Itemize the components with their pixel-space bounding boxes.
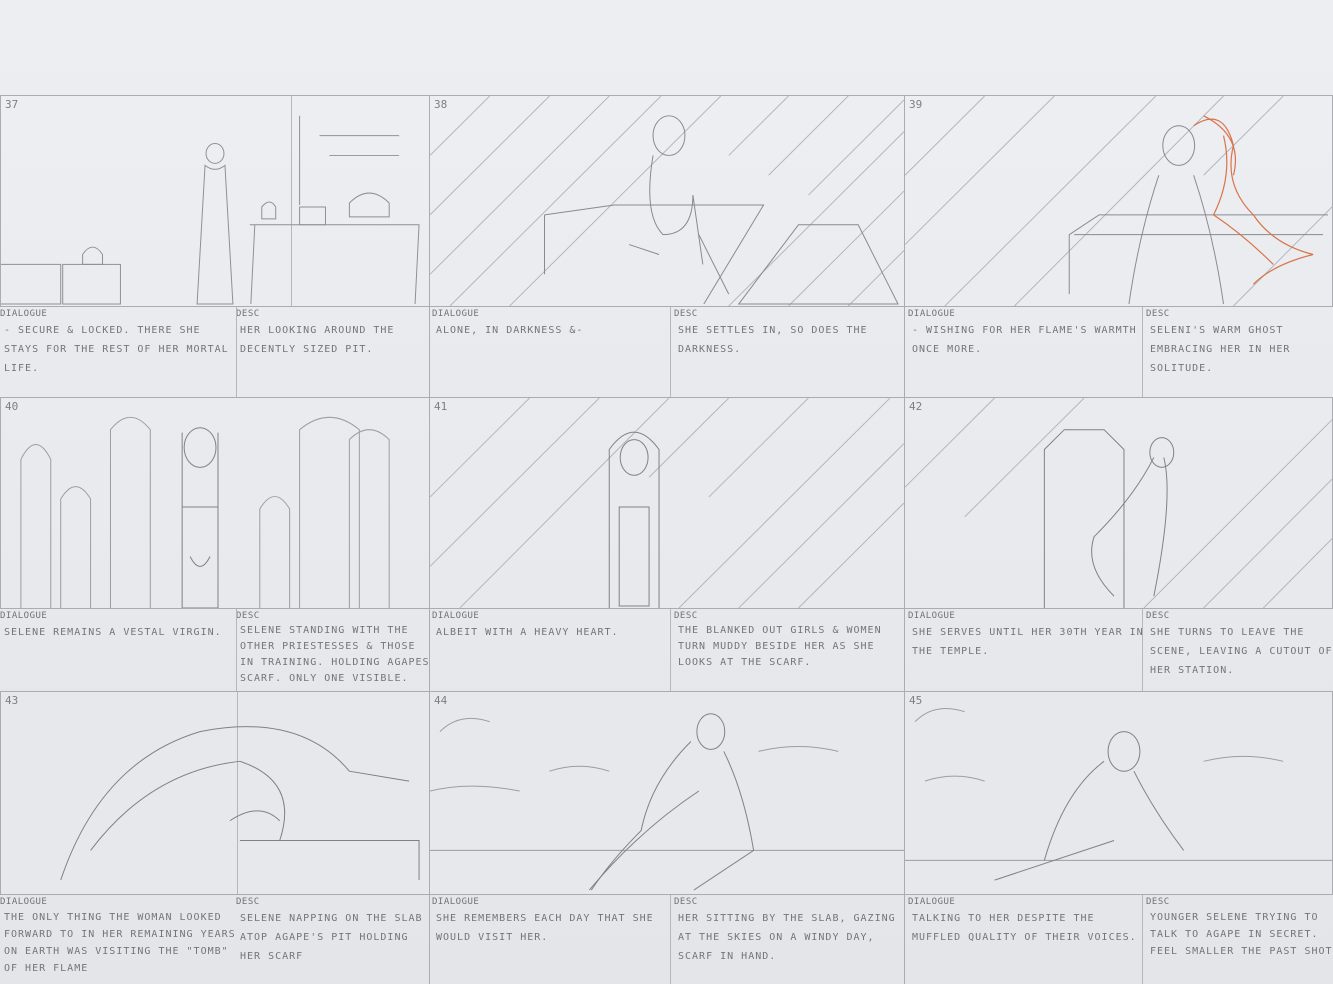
dialogue-label: DIALOGUE xyxy=(908,611,956,621)
dialogue-text: SHE SERVES UNTIL HER 30TH YEAR IN THE TE… xyxy=(912,627,1144,657)
desc-label: DESC xyxy=(1146,611,1170,621)
panel-37-sketch xyxy=(1,115,420,305)
desc-label: DESC xyxy=(674,309,698,319)
panel-38-frame: 38 xyxy=(429,95,905,307)
desc-text: HER LOOKING AROUND THE DECENTLY SIZED PI… xyxy=(240,325,395,355)
panel-41-frame: 41 xyxy=(429,397,905,609)
panel-37-dialogue: DIALOGUE - SECURE & LOCKED. THERE SHE ST… xyxy=(0,309,236,393)
panel-42-dialogue: DIALOGUE SHE SERVES UNTIL HER 30TH YEAR … xyxy=(908,611,1144,695)
panel-39-dialogue: DIALOGUE - WISHING FOR HER FLAME'S WARMT… xyxy=(908,309,1144,393)
panel-41-dialogue: DIALOGUE ALBEIT WITH A HEAVY HEART. xyxy=(432,611,670,695)
desc-text: SELENE STANDING WITH THE OTHER PRIESTESS… xyxy=(240,625,430,684)
dialogue-label: DIALOGUE xyxy=(0,309,48,319)
panel-44-desc: DESC HER SITTING BY THE SLAB, GAZING AT … xyxy=(674,897,902,984)
panel-43-sketch xyxy=(60,726,420,881)
desc-label: DESC xyxy=(674,897,698,907)
desc-text: SHE SETTLES IN, SO DOES THE DARKNESS. xyxy=(678,325,868,355)
desc-label: DESC xyxy=(236,611,260,621)
panel-44-sketch xyxy=(430,713,904,891)
dialogue-label: DIALOGUE xyxy=(432,611,480,621)
panel-44-frame: 44 xyxy=(429,691,905,895)
dialogue-label: DIALOGUE xyxy=(908,309,956,319)
dialogue-label: DIALOGUE xyxy=(432,309,480,319)
desc-divider xyxy=(670,307,671,397)
dialogue-text: SELENE REMAINS A VESTAL VIRGIN. xyxy=(4,627,222,638)
dialogue-text: TALKING TO HER DESPITE THE MUFFLED QUALI… xyxy=(912,913,1137,943)
dialogue-label: DIALOGUE xyxy=(432,897,480,907)
panel-40-frame: 40 xyxy=(0,397,430,609)
desc-text: HER SITTING BY THE SLAB, GAZING AT THE S… xyxy=(678,913,896,962)
panel-45-desc: DESC YOUNGER SELENE TRYING TO TALK TO AG… xyxy=(1146,897,1333,984)
panel-39-desc: DESC SELENI'S WARM GHOST EMBRACING HER I… xyxy=(1146,309,1333,393)
dialogue-text: - WISHING FOR HER FLAME'S WARMTH ONCE MO… xyxy=(912,325,1137,355)
panel-43-frame: 43 xyxy=(0,691,430,895)
desc-divider xyxy=(1142,895,1143,984)
panel-39-sketch xyxy=(905,96,1332,306)
desc-divider xyxy=(236,609,237,691)
panel-43-desc: DESC SELENE NAPPING ON THE SLAB ATOP AGA… xyxy=(236,897,430,984)
panel-40-sketch xyxy=(20,416,390,608)
column-divider xyxy=(429,307,430,984)
desc-text: SHE TURNS TO LEAVE THE SCENE, LEAVING A … xyxy=(1150,627,1333,676)
panel-45-dialogue: DIALOGUE TALKING TO HER DESPITE THE MUFF… xyxy=(908,897,1144,984)
desc-label: DESC xyxy=(236,897,260,907)
desc-divider xyxy=(236,307,237,397)
dialogue-label: DIALOGUE xyxy=(0,897,48,907)
panel-38-dialogue: DIALOGUE ALONE, IN DARKNESS &- xyxy=(432,309,670,393)
desc-label: DESC xyxy=(236,309,260,319)
panel-39-frame: 39 xyxy=(904,95,1333,307)
panel-41-sketch xyxy=(430,398,904,608)
desc-divider xyxy=(1142,609,1143,691)
panel-42-sketch xyxy=(905,398,1332,608)
desc-text: THE BLANKED OUT GIRLS & WOMEN TURN MUDDY… xyxy=(678,625,882,668)
desc-divider xyxy=(1142,307,1143,397)
dialogue-label: DIALOGUE xyxy=(0,611,48,621)
dialogue-label: DIALOGUE xyxy=(908,897,956,907)
panel-37-desc: DESC HER LOOKING AROUND THE DECENTLY SIZ… xyxy=(236,309,430,393)
desc-divider xyxy=(670,609,671,691)
desc-label: DESC xyxy=(674,611,698,621)
dialogue-text: SHE REMEMBERS EACH DAY THAT SHE WOULD VI… xyxy=(436,913,654,943)
panel-38-sketch xyxy=(430,96,904,306)
desc-text: YOUNGER SELENE TRYING TO TALK TO AGAPE I… xyxy=(1150,912,1333,957)
panel-42-desc: DESC SHE TURNS TO LEAVE THE SCENE, LEAVI… xyxy=(1146,611,1333,695)
panel-41-desc: DESC THE BLANKED OUT GIRLS & WOMEN TURN … xyxy=(674,611,902,695)
dialogue-text: ALBEIT WITH A HEAVY HEART. xyxy=(436,627,619,638)
panel-37-frame: 37 xyxy=(0,95,430,307)
dialogue-text: THE ONLY THING THE WOMAN LOOKED FORWARD … xyxy=(4,912,236,974)
panel-40-dialogue: DIALOGUE SELENE REMAINS A VESTAL VIRGIN. xyxy=(0,611,236,695)
desc-text: SELENE NAPPING ON THE SLAB ATOP AGAPE'S … xyxy=(240,913,423,962)
dialogue-text: ALONE, IN DARKNESS &- xyxy=(436,325,584,336)
column-divider xyxy=(904,307,905,984)
storyboard-grid: 37 38 39 DIALOGUE - SECURE & LOCKED. THE… xyxy=(0,95,1333,984)
panel-42-frame: 42 xyxy=(904,397,1333,609)
panel-45-frame: 45 xyxy=(904,691,1333,895)
panel-43-dialogue: DIALOGUE THE ONLY THING THE WOMAN LOOKED… xyxy=(0,897,236,984)
panel-40-desc: DESC SELENE STANDING WITH THE OTHER PRIE… xyxy=(236,611,432,695)
desc-text: SELENI'S WARM GHOST EMBRACING HER IN HER… xyxy=(1150,325,1291,374)
storyboard-sheet: 37 38 39 DIALOGUE - SECURE & LOCKED. THE… xyxy=(0,0,1333,984)
panel-38-desc: DESC SHE SETTLES IN, SO DOES THE DARKNES… xyxy=(674,309,902,393)
desc-label: DESC xyxy=(1146,309,1170,319)
panel-45-sketch xyxy=(905,708,1332,881)
panel-44-dialogue: DIALOGUE SHE REMEMBERS EACH DAY THAT SHE… xyxy=(432,897,670,984)
desc-label: DESC xyxy=(1146,897,1170,907)
desc-divider xyxy=(670,895,671,984)
dialogue-text: - SECURE & LOCKED. THERE SHE STAYS FOR T… xyxy=(4,325,229,374)
